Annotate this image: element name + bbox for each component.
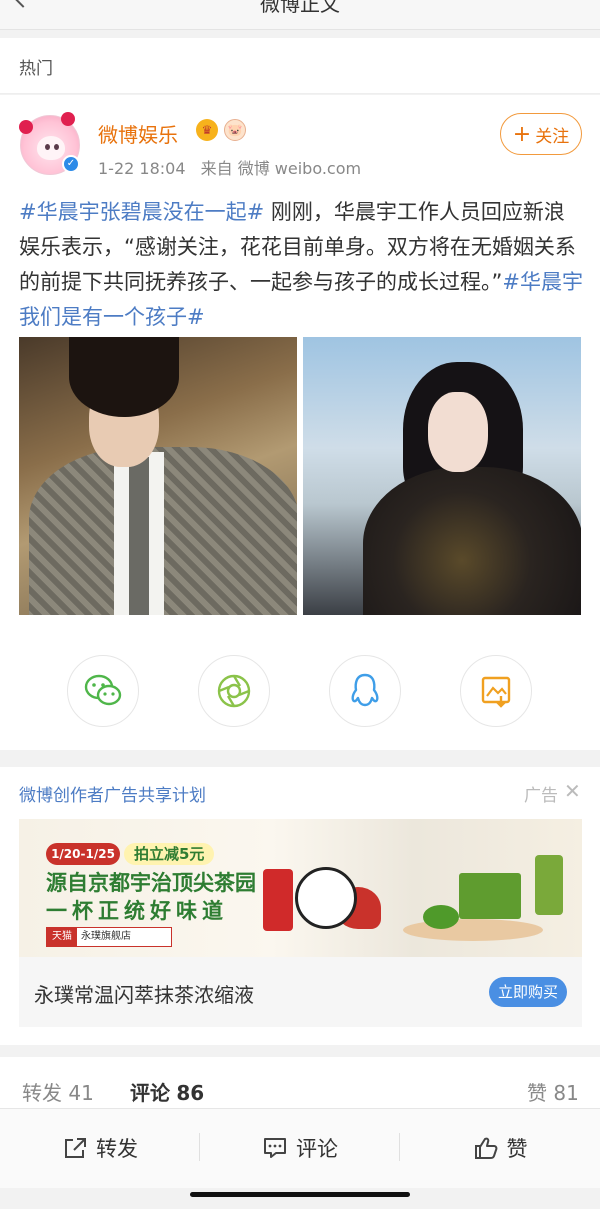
like-count-tab[interactable]: 赞 81	[527, 1077, 579, 1106]
buy-now-button[interactable]: 立即购买	[489, 977, 567, 1007]
post-image-1[interactable]	[19, 337, 297, 615]
qq-share-button[interactable]	[329, 655, 401, 727]
matcha-glass-image	[535, 855, 563, 915]
top-navigation-bar: 微博正文	[0, 0, 600, 30]
ad-banner[interactable]: 1/20-1/25 拍立减5元 源自京都宇治顶尖茶园 一杯正统好味道 天猫 永璞旗…	[19, 819, 582, 957]
hashtag-link[interactable]: #华晨宇张碧晨没在一起#	[19, 200, 264, 224]
product-can-image	[263, 869, 293, 931]
shop-tag: 天猫 永璞旗舰店	[46, 927, 172, 947]
wechat-share-button[interactable]	[67, 655, 139, 727]
avatar-eye	[54, 144, 59, 150]
moments-share-button[interactable]	[198, 655, 270, 727]
pig-badge-icon: 🐷	[224, 119, 246, 141]
photo-hair	[69, 337, 179, 417]
comment-label: 评论	[296, 1137, 338, 1161]
moments-icon	[217, 674, 251, 708]
qq-icon	[351, 673, 379, 707]
shop-name: 永璞旗舰店	[81, 931, 131, 942]
follow-button[interactable]: + 关注	[500, 113, 582, 155]
verified-badge-icon: ✓	[62, 155, 80, 173]
promo-slogan-2: 一杯正统好味道	[46, 899, 228, 923]
save-image-icon	[481, 676, 511, 708]
photo-face	[428, 392, 488, 472]
flower-decoration-icon	[61, 112, 75, 126]
comment-count-label: 评论	[130, 1081, 170, 1105]
share-row	[0, 655, 600, 727]
plus-icon: +	[512, 121, 532, 147]
product-box-image	[459, 873, 521, 919]
promo-slogan-1: 源自京都宇治顶尖茶园	[46, 871, 256, 895]
repost-count-label: 转发	[22, 1081, 62, 1105]
ad-product-name: 永璞常温闪萃抹茶浓缩液	[34, 983, 254, 1007]
mascot-image	[295, 867, 357, 929]
home-indicator	[190, 1192, 410, 1197]
matcha-bowl-image	[423, 905, 459, 929]
page-title: 微博正文	[260, 0, 340, 16]
like-count: 81	[553, 1081, 579, 1105]
comment-icon	[264, 1138, 286, 1158]
save-image-button[interactable]	[460, 655, 532, 727]
like-label: 赞	[506, 1137, 528, 1161]
post-time: 1-22 18:04	[98, 159, 186, 178]
like-button[interactable]: 赞	[400, 1109, 600, 1187]
repost-button[interactable]: 转发	[0, 1109, 200, 1187]
post-meta: 1-22 18:04 来自 微博 weibo.com	[98, 155, 361, 179]
avatar-face	[37, 136, 65, 160]
bottom-action-bar: 转发 评论 赞	[0, 1108, 600, 1188]
interaction-counts: 转发 41 评论 86 赞 81	[0, 1057, 600, 1109]
weibo-post: ✓ 微博娱乐 ♛ 🐷 1-22 18:04 来自 微博 weibo.com + …	[0, 95, 600, 750]
post-image-2[interactable]	[303, 337, 581, 615]
hot-section-header: 热门	[0, 38, 600, 94]
repost-count-tab[interactable]: 转发 41	[22, 1077, 94, 1106]
tmall-logo: 天猫	[47, 928, 77, 946]
crown-badge-icon: ♛	[196, 119, 218, 141]
ad-program-title[interactable]: 微博创作者广告共享计划	[19, 781, 206, 806]
ad-label: 广告	[524, 786, 558, 806]
comment-button[interactable]: 评论	[200, 1109, 400, 1187]
comment-count-tab[interactable]: 评论 86	[130, 1077, 204, 1106]
ad-product-row[interactable]: 永璞常温闪萃抹茶浓缩液 立即购买	[19, 957, 582, 1027]
ad-card: 微博创作者广告共享计划 广告 ✕ 1/20-1/25 拍立减5元 源自京都宇治顶…	[0, 767, 600, 1045]
thumbs-up-icon	[474, 1137, 497, 1159]
wechat-icon	[84, 674, 122, 706]
follow-label: 关注	[535, 126, 570, 147]
username[interactable]: 微博娱乐	[98, 119, 178, 148]
flower-decoration-icon	[19, 120, 33, 134]
post-text: #华晨宇张碧晨没在一起# 刚刚，华晨宇工作人员回应新浪娱乐表示，“感谢关注，花花…	[19, 195, 584, 335]
photo-tie	[129, 457, 149, 615]
post-source: 来自 微博 weibo.com	[200, 159, 362, 178]
repost-count: 41	[68, 1081, 94, 1105]
promo-discount: 拍立减5元	[124, 843, 215, 865]
like-count-label: 赞	[527, 1081, 547, 1105]
photo-dress	[363, 467, 581, 615]
section-label: 热门	[19, 59, 53, 79]
repost-label: 转发	[96, 1137, 138, 1161]
avatar-eye	[45, 144, 50, 150]
repost-icon	[65, 1138, 86, 1158]
close-icon[interactable]: ✕	[564, 779, 581, 803]
comment-count: 86	[176, 1081, 205, 1105]
promo-date: 1/20-1/25	[46, 843, 120, 865]
